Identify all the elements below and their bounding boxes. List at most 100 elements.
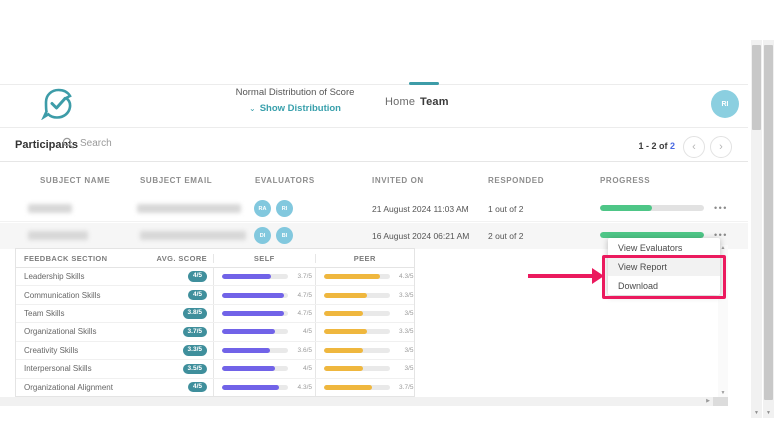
invited-on-value: 16 August 2024 06:21 AM: [372, 231, 469, 241]
col-subject-name: SUBJECT NAME: [40, 176, 110, 185]
user-avatar[interactable]: RI: [711, 90, 739, 118]
feedback-row: Interpersonal Skills 3.5/5 4/5 3/5: [16, 360, 414, 378]
feedback-section-label: Organizational Alignment: [24, 383, 113, 392]
pagination-prev-button[interactable]: ‹: [683, 136, 705, 158]
app-window: Home Team RI Normal Distribution of Scor…: [0, 0, 776, 427]
progress-bar: [600, 205, 704, 211]
peer-score-value: 4.3/5: [394, 273, 414, 280]
browser-vertical-scrollbar[interactable]: ▼: [763, 40, 774, 418]
evaluator-avatar[interactable]: RA: [254, 200, 271, 217]
self-score-bar: [222, 293, 288, 298]
feedback-section-label: Leadership Skills: [24, 272, 84, 281]
feedback-row: Leadership Skills 4/5 3.7/5 4.3/5: [16, 268, 414, 286]
invited-on-value: 21 August 2024 11:03 AM: [372, 204, 469, 214]
scroll-right-icon[interactable]: ▶: [706, 398, 710, 405]
avg-score-badge: 4/5: [188, 271, 207, 282]
table-row[interactable]: RA RI 21 August 2024 11:03 AM 1 out of 2…: [0, 195, 748, 222]
self-score-value: 3.6/5: [292, 347, 312, 354]
responded-value: 2 out of 2: [488, 231, 523, 241]
avg-score-badge: 3.8/5: [183, 308, 207, 319]
feedback-row: Team Skills 3.8/5 4.7/5 3/5: [16, 305, 414, 323]
page-vertical-scrollbar[interactable]: ▼: [751, 40, 762, 418]
evaluator-avatar[interactable]: RI: [276, 200, 293, 217]
evaluator-avatar[interactable]: BI: [276, 227, 293, 244]
feedback-section-label: Interpersonal Skills: [24, 364, 92, 373]
self-score-value: 3.7/5: [292, 273, 312, 280]
col-evaluators: EVALUATORS: [255, 176, 315, 185]
scroll-down-icon[interactable]: ▼: [751, 410, 762, 416]
avg-score-badge: 3.3/5: [183, 345, 207, 356]
chevron-left-icon: ‹: [692, 141, 696, 153]
col-progress: PROGRESS: [600, 176, 650, 185]
peer-score-bar: [324, 274, 390, 279]
avg-score-badge: 3.7/5: [183, 327, 207, 338]
menu-item-view-evaluators[interactable]: View Evaluators: [608, 238, 720, 257]
feedback-row: Organizational Alignment 4/5 4.3/5 3.7/5: [16, 379, 414, 396]
self-score-value: 4/5: [292, 328, 312, 335]
subject-name-redacted: [28, 231, 88, 240]
chevron-down-icon: ⌄: [249, 104, 256, 113]
chevron-right-icon: ›: [719, 141, 723, 153]
scrollbar-thumb[interactable]: [764, 45, 773, 400]
peer-score-value: 3.3/5: [394, 292, 414, 299]
peer-score-bar: [324, 293, 390, 298]
annotation-arrow-head: [592, 268, 604, 284]
self-score-bar: [222, 311, 288, 316]
col-responded: RESPONDED: [488, 176, 544, 185]
tab-team[interactable]: Team: [420, 96, 449, 108]
peer-score-value: 3.3/5: [394, 328, 414, 335]
peer-score-bar: [324, 348, 390, 353]
menu-item-view-report[interactable]: View Report: [608, 257, 720, 276]
feedback-section-table: FEEDBACK SECTION AVG. SCORE SELF PEER Le…: [15, 248, 415, 397]
avg-score-badge: 4/5: [188, 382, 207, 393]
scroll-down-icon[interactable]: ▼: [721, 390, 726, 397]
annotation-arrow: [528, 274, 594, 278]
self-score-bar: [222, 385, 288, 390]
pagination-total: 2: [670, 141, 675, 151]
pagination-next-button[interactable]: ›: [710, 136, 732, 158]
distribution-title: Normal Distribution of Score: [180, 87, 410, 98]
peer-score-bar: [324, 385, 390, 390]
show-distribution-toggle[interactable]: ⌄ Show Distribution: [180, 103, 410, 114]
avg-score-badge: 4/5: [188, 290, 207, 301]
search-input[interactable]: Search: [62, 137, 112, 149]
self-score-value: 4.7/5: [292, 292, 312, 299]
peer-score-bar: [324, 311, 390, 316]
evaluator-avatar[interactable]: DI: [254, 227, 271, 244]
self-score-value: 4.7/5: [292, 310, 312, 317]
peer-score-bar: [324, 329, 390, 334]
pagination-range: 1 - 2 of 2: [620, 141, 675, 151]
peer-score-value: 3.7/5: [394, 384, 414, 391]
self-score-bar: [222, 274, 288, 279]
row-actions-context-menu: View Evaluators View Report Download: [608, 238, 720, 295]
top-header: Home Team RI: [0, 40, 748, 85]
col-peer: PEER: [354, 254, 376, 263]
feedback-section-label: Team Skills: [24, 309, 64, 318]
app-logo-icon: [40, 88, 76, 120]
search-placeholder: Search: [80, 138, 112, 149]
col-invited-on: INVITED ON: [372, 176, 424, 185]
scrollbar-corner: [713, 397, 728, 406]
peer-score-value: 3/5: [394, 310, 414, 317]
self-score-bar: [222, 329, 288, 334]
row-actions-menu-button[interactable]: •••: [714, 203, 728, 213]
self-score-bar: [222, 348, 288, 353]
show-distribution-label: Show Distribution: [260, 103, 341, 114]
active-tab-indicator: [409, 82, 439, 85]
search-icon: [62, 137, 74, 149]
subject-email-redacted: [137, 204, 241, 213]
feedback-row: Creativity Skills 3.3/5 3.6/5 3/5: [16, 342, 414, 360]
progress-bar-fill: [600, 205, 652, 211]
scroll-up-icon[interactable]: ▲: [721, 245, 726, 252]
self-score-value: 4.3/5: [292, 384, 312, 391]
avg-score-badge: 3.5/5: [183, 364, 207, 375]
inner-horizontal-scrollbar[interactable]: ▶: [0, 397, 713, 406]
self-score-value: 4/5: [292, 365, 312, 372]
responded-value: 1 out of 2: [488, 204, 523, 214]
feedback-row: Communication Skills 4/5 4.7/5 3.3/5: [16, 286, 414, 304]
scrollbar-thumb[interactable]: [752, 45, 761, 130]
peer-score-value: 3/5: [394, 347, 414, 354]
feedback-section-label: Creativity Skills: [24, 346, 78, 355]
scroll-down-icon[interactable]: ▼: [763, 410, 774, 416]
menu-item-download[interactable]: Download: [608, 276, 720, 295]
